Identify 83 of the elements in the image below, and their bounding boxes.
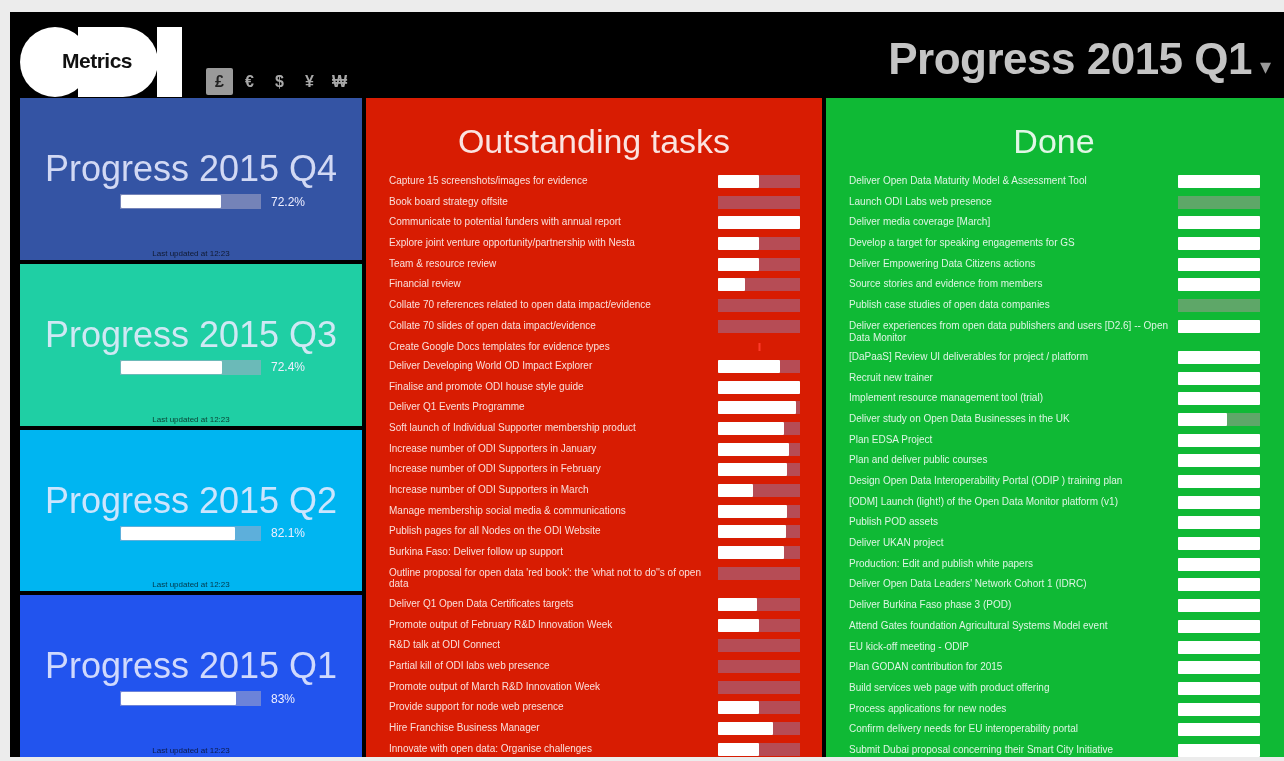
task-name: Communicate to potential funders with annual report	[389, 216, 622, 229]
task-name: [ODM] Launch (light!) of the Open Data Monitor platform (v1)	[849, 495, 1119, 508]
task-name: Outline proposal for open data 'red book': the 'what not to do''s of open data	[389, 566, 702, 591]
progress-percentage: 72.2%	[271, 194, 306, 209]
quarter-card[interactable]: Progress 2015 Q4 72.2% Last updated at 12:23	[20, 98, 362, 260]
task-name: Deliver media coverage [March]	[849, 216, 992, 229]
task-name: Soft launch of Individual Supporter membership product	[389, 421, 637, 434]
currency-button[interactable]: ₩	[326, 68, 353, 95]
task-name: Promote output of March R&D Innovation Week	[389, 680, 602, 693]
task-name: Collate 70 references related to open data impact/evidence	[389, 299, 652, 311]
task-name: Create Google Docs templates for evidence types	[389, 340, 611, 353]
task-name: Collate 70 slides of open data impact/evidence	[389, 319, 597, 332]
quarter-title: Progress 2015 Q3	[44, 313, 338, 356]
task-name: Deliver Open Data Leaders' Network Cohort 1 (IDRC)	[849, 578, 1088, 591]
task-name: Explore joint venture opportunity/partnership with Nesta	[389, 237, 636, 249]
task-name: Develop a target for speaking engagements for GS	[849, 237, 1076, 249]
task-name: Increase number of ODI Supporters in January	[389, 442, 598, 455]
task-name: Publish pages for all Nodes on the ODI Website	[389, 525, 602, 538]
quarter-card[interactable]: Progress 2015 Q2 82.1% Last updated at 12:23	[20, 429, 362, 592]
task-name: Team & resource review	[389, 257, 498, 270]
task-name: Implement resource management tool (trial)	[849, 392, 1044, 404]
dashboard-title: Progress 2015 Q1	[888, 34, 1252, 84]
task-name: Process applications for new nodes	[849, 702, 1008, 715]
panel-heading: Done	[1012, 122, 1096, 161]
task-name: Plan GODAN contribution for 2015	[849, 661, 1004, 673]
task-name: Increase number of ODI Supporters in March	[389, 484, 590, 496]
task-name: Publish case studies of open data companies	[849, 299, 1051, 311]
task-name: Increase number of ODI Supporters in February	[389, 463, 602, 476]
dropdown-caret[interactable]: ▾	[1260, 54, 1276, 80]
task-name: Source stories and evidence from members	[849, 278, 1044, 291]
task-name: Burkina Faso: Deliver follow up support	[389, 546, 564, 558]
currency-button[interactable]: €	[236, 68, 263, 95]
last-updated-text: Last updated at 12:23	[152, 414, 230, 424]
task-name: Deliver Open Data Maturity Model & Assessment Tool	[849, 175, 1088, 187]
quarter-title: Progress 2015 Q2	[44, 479, 338, 522]
quarter-title: Progress 2015 Q1	[44, 645, 338, 688]
task-name: Manage membership social media & communications	[389, 504, 627, 517]
task-name: Provide support for node web presence	[389, 701, 565, 713]
task-name: Submit Dubai proposal concerning their Smart City Initiative	[849, 743, 1114, 756]
last-updated-text: Last updated at 12:23	[152, 248, 230, 258]
task-name: Build services web page with product offering	[849, 681, 1051, 694]
task-name: Financial review	[389, 278, 462, 291]
task-name: Attend Gates foundation Agricultural Systems Model event	[849, 619, 1109, 632]
task-name: Publish POD assets	[849, 516, 939, 529]
currency-button[interactable]: £	[206, 68, 233, 95]
progress-percentage: 82.1%	[271, 526, 306, 540]
task-name: R&D talk at ODI Connect	[389, 639, 502, 651]
task-name: Deliver experiences from open data publishers and users [D2.6] -- Open Data Monitor	[849, 319, 1170, 344]
task-name: Finalise and promote ODI house style guide	[389, 380, 585, 393]
task-name: Plan EDSA Project	[849, 433, 934, 446]
quarter-card[interactable]: Progress 2015 Q3 72.4% Last updated at 12:23	[20, 263, 362, 426]
logo-text: Metrics	[62, 49, 133, 73]
task-name: Production: Edit and publish white papers	[849, 557, 1034, 570]
task-name: Plan and deliver public courses	[849, 454, 989, 467]
task-name: Design Open Data Interoperability Portal (ODIP ) training plan	[849, 475, 1124, 487]
task-name: Capture 15 screenshots/images for evidence	[389, 175, 589, 187]
quarter-title: Progress 2015 Q4	[44, 148, 338, 190]
task-name: Book board strategy offsite	[389, 195, 509, 208]
quarter-card[interactable]: Progress 2015 Q1 83% Last updated at 12:23	[20, 595, 362, 757]
last-updated-text: Last updated at 12:23	[152, 746, 230, 755]
warning-mark-icon	[758, 342, 761, 351]
progress-percentage: 72.4%	[271, 360, 306, 375]
last-updated-text: Last updated at 12:23	[152, 580, 230, 590]
task-name: Deliver study on Open Data Businesses in the UK	[849, 412, 1071, 425]
task-name: Deliver UKAN project	[849, 537, 945, 549]
task-name: Hire Franchise Business Manager	[389, 722, 541, 734]
task-name: Deliver Burkina Faso phase 3 (POD)	[849, 599, 1013, 611]
currency-button[interactable]: $	[266, 68, 293, 95]
task-name: [DaPaaS] Review UI deliverables for project / platform	[849, 350, 1089, 363]
task-name: EU kick-off meeting - ODIP	[849, 640, 970, 653]
task-name: Recruit new trainer	[849, 371, 934, 384]
task-name: Partial kill of ODI labs web presence	[389, 659, 551, 672]
task-name: Launch ODI Labs web presence	[849, 195, 993, 208]
task-name: Deliver Q1 Events Programme	[389, 401, 526, 413]
task-name: Innovate with open data: Organise challenges	[389, 742, 593, 755]
currency-button[interactable]: ¥	[296, 68, 323, 95]
task-name: Deliver Q1 Open Data Certificates targets	[389, 597, 575, 610]
task-name: Deliver Developing World OD Impact Explorer	[389, 359, 594, 372]
task-name: Confirm delivery needs for EU interoperability portal	[849, 723, 1079, 735]
progress-percentage: 83%	[271, 691, 296, 706]
task-name: Deliver Empowering Data Citizens actions	[849, 257, 1037, 270]
task-name: Promote output of February R&D Innovation Week	[389, 618, 614, 631]
panel-heading: Outstanding tasks	[456, 122, 732, 161]
